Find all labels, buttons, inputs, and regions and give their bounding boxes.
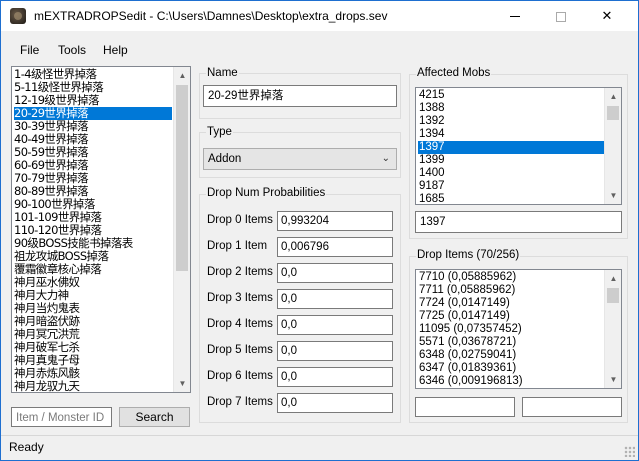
drop-probability-input[interactable]: 0,993204 [277,211,393,231]
scroll-up-icon[interactable]: ▲ [174,67,190,84]
drop-probability-label: Drop 2 Items [207,266,273,278]
affected-mob-item[interactable]: 1392 [418,115,604,128]
affected-mob-item[interactable]: 1685 [418,193,604,204]
minimize-button[interactable] [492,1,538,31]
close-icon: ✕ [601,8,613,23]
affected-mob-item[interactable]: 4215 [418,89,604,102]
drop-probability-input[interactable]: 0,006796 [277,237,393,257]
drop-probability-label: Drop 7 Items [207,396,273,408]
drop-probability-label: Drop 6 Items [207,370,273,382]
drop-item-id-input[interactable] [415,397,515,417]
affected-mob-item[interactable]: 1400 [418,167,604,180]
scroll-down-icon[interactable]: ▼ [605,187,621,204]
type-select[interactable]: Addon ⌄ [203,148,397,170]
drop-table-list-item[interactable]: 神月龙驭九天 [14,380,172,393]
status-separator [1,435,638,436]
affected-mob-item[interactable]: 1397 [418,141,604,154]
mobs-scrollbar[interactable]: ▲ ▼ [604,88,621,204]
affected-mob-item[interactable]: 1399 [418,154,604,167]
scroll-up-icon[interactable]: ▲ [605,88,621,105]
maximize-button[interactable] [538,1,584,31]
drop-items-label: Drop Items (70/256) [416,249,521,261]
resize-grip-icon[interactable] [624,446,635,457]
type-group-label: Type [206,126,233,138]
menu-bar: File Tools Help [1,39,638,61]
scroll-thumb[interactable] [607,288,619,303]
window-title: mEXTRADROPSedit - C:\Users\Damnes\Deskto… [34,9,388,23]
drop-item-entry[interactable]: 6346 (0,009196813) [418,375,604,388]
name-group-label: Name [206,67,239,79]
drop-items-list[interactable]: 7710 (0,05885962) 7711 (0,05885962) 7724 (… [415,269,622,389]
drop-item-entry[interactable]: 7724 (0,0147149) [418,297,604,310]
drop-item-entry[interactable]: 7725 (0,0147149) [418,310,604,323]
drop-probability-label: Drop 5 Items [207,344,273,356]
drop-probability-input[interactable]: 0,0 [277,393,393,413]
scroll-down-icon[interactable]: ▼ [174,375,190,392]
search-button[interactable]: Search [119,407,190,427]
drop-item-entry[interactable]: 6348 (0,02759041) [418,349,604,362]
drop-probability-label: Drop 4 Items [207,318,273,330]
drop-probability-label: Drop 1 Item [207,240,268,252]
mob-id-input[interactable]: 1397 [415,211,622,233]
scroll-up-icon[interactable]: ▲ [605,270,621,287]
drop-probability-label: Drop 3 Items [207,292,273,304]
affected-mobs-label: Affected Mobs [416,67,492,79]
drop-table-list[interactable]: 1-4级怪世界掉落 5-11级怪世界掉落 12-19级世界掉落 20-29世界掉落 30… [11,66,191,393]
drop-item-entry[interactable]: 5571 (0,03678721) [418,336,604,349]
title-bar[interactable]: mEXTRADROPSedit - C:\Users\Damnes\Deskto… [1,1,638,31]
drop-item-entry[interactable]: 7711 (0,05885962) [418,284,604,297]
items-scrollbar[interactable]: ▲ ▼ [604,270,621,388]
drop-item-entry[interactable]: 7710 (0,05885962) [418,271,604,284]
type-select-value: Addon [208,153,242,165]
menu-help[interactable]: Help [103,43,128,57]
scroll-thumb[interactable] [176,85,188,271]
app-icon [10,8,26,24]
probabilities-group-label: Drop Num Probabilities [206,187,327,199]
menu-tools[interactable]: Tools [58,43,86,57]
maximize-icon [556,11,566,22]
affected-mob-item[interactable]: 9187 [418,180,604,193]
affected-mob-item[interactable]: 1388 [418,102,604,115]
drop-probability-input[interactable]: 0,0 [277,341,393,361]
close-button[interactable]: ✕ [584,1,630,31]
minimize-icon [510,16,520,18]
drop-probability-input[interactable]: 0,0 [277,289,393,309]
scroll-thumb[interactable] [607,106,619,120]
drop-probability-input[interactable]: 0,0 [277,263,393,283]
affected-mob-item[interactable]: 1394 [418,128,604,141]
app-window: mEXTRADROPSedit - C:\Users\Damnes\Deskto… [0,0,639,461]
status-text: Ready [9,440,44,454]
drop-probability-label: Drop 0 Items [207,214,273,226]
scroll-down-icon[interactable]: ▼ [605,371,621,388]
menu-file[interactable]: File [20,43,39,57]
drop-probability-input[interactable]: 0,0 [277,367,393,387]
drop-probability-input[interactable]: 0,0 [277,315,393,335]
drop-item-entry[interactable]: 6347 (0,01839361) [418,362,604,375]
name-input[interactable]: 20-29世界掉落 [203,85,397,107]
drop-item-entry[interactable]: 11095 (0,07357452) [418,323,604,336]
search-placeholder: Item / Monster ID [16,412,105,424]
drop-list-scrollbar[interactable]: ▲ ▼ [173,67,190,392]
drop-item-probability-input[interactable] [522,397,622,417]
affected-mobs-list[interactable]: 4215 1388 1392 1394 1397 1399 1400 9187 1685 ▲ ▼ [415,87,622,205]
chevron-down-icon: ⌄ [381,153,390,164]
search-input[interactable]: Item / Monster ID [11,407,112,427]
